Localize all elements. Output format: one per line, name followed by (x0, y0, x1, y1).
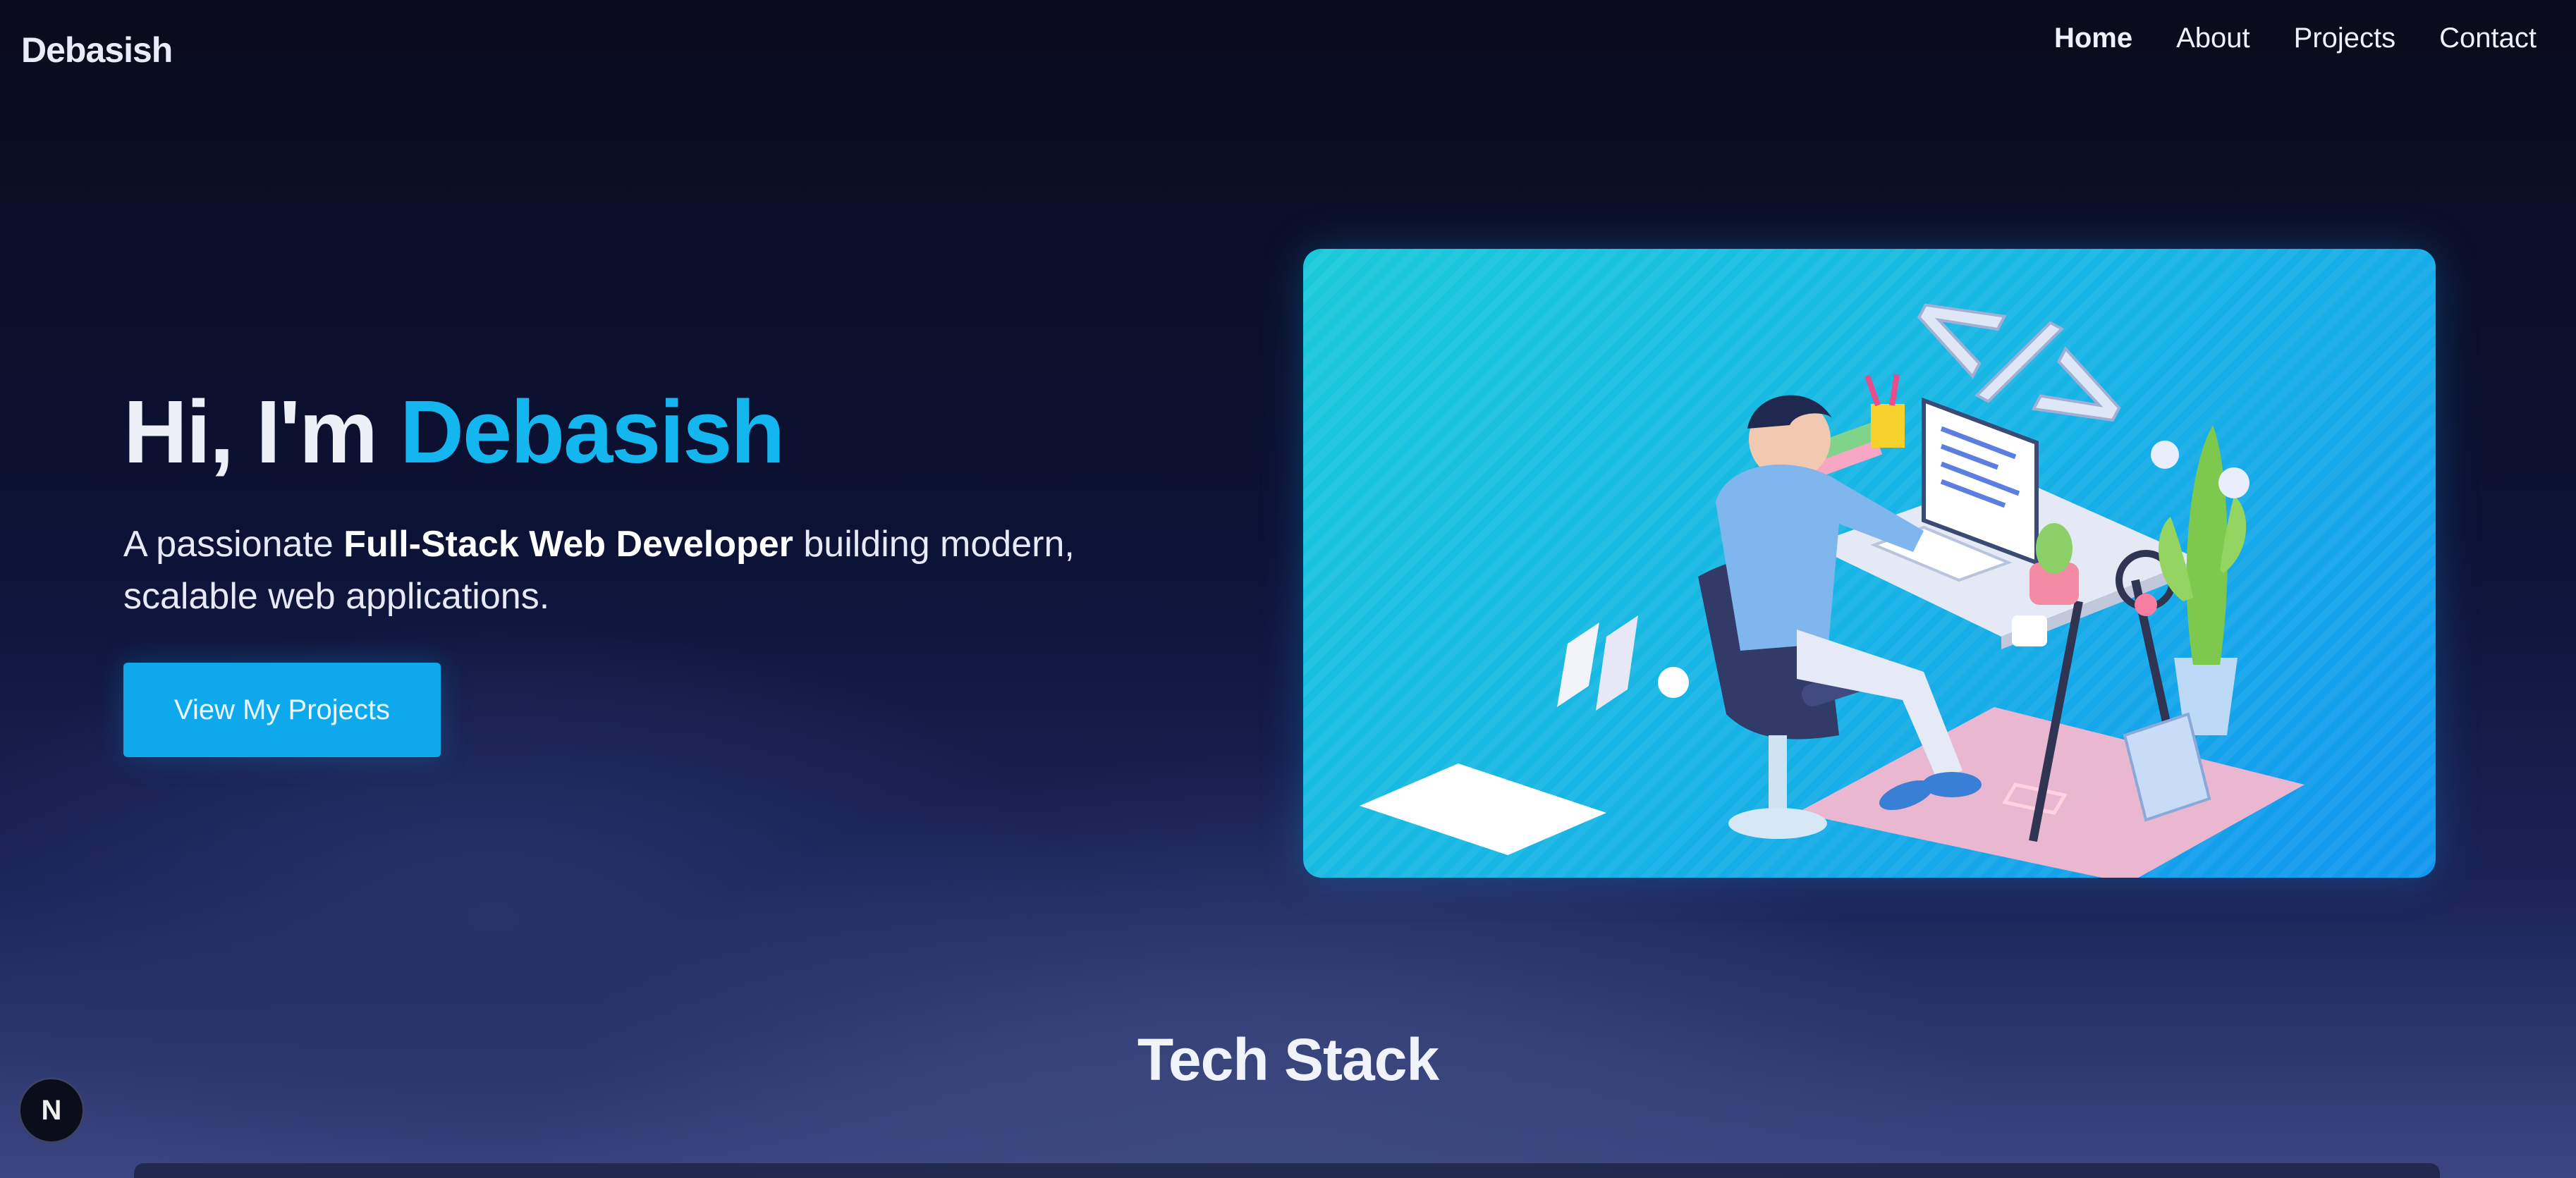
hero-title: Hi, I'm Debasish (123, 381, 785, 483)
developer-at-desk-illustration: </> (1303, 249, 2436, 878)
nav-links: Home About Projects Contact (2054, 23, 2537, 54)
hero-subtitle: A passionate Full-Stack Web Developer bu… (123, 518, 1181, 622)
pencil-cup-shape (1871, 404, 1905, 448)
tech-stack-heading: Tech Stack (1137, 1026, 1439, 1093)
n-badge-icon[interactable]: N (18, 1077, 85, 1143)
nav-link-projects[interactable]: Projects (2294, 23, 2396, 54)
nav-link-contact[interactable]: Contact (2439, 23, 2537, 54)
brand-logo-text[interactable]: Debasish (21, 30, 173, 70)
hero-subtitle-pre: A passionate (123, 524, 344, 565)
developer-illustration-svg: </> (1303, 249, 2436, 878)
mug-shape (2012, 615, 2047, 646)
top-navbar: Debasish Home About Projects Contact (0, 0, 2576, 99)
nav-link-home[interactable]: Home (2054, 23, 2132, 54)
tech-stack-container-edge (134, 1163, 2440, 1178)
view-projects-button[interactable]: View My Projects (123, 663, 441, 757)
hero-greeting: Hi, I'm (123, 382, 401, 481)
nav-link-about[interactable]: About (2176, 23, 2250, 54)
hero-name: Debasish (400, 382, 785, 481)
hero-subtitle-role: Full-Stack Web Developer (343, 524, 793, 565)
